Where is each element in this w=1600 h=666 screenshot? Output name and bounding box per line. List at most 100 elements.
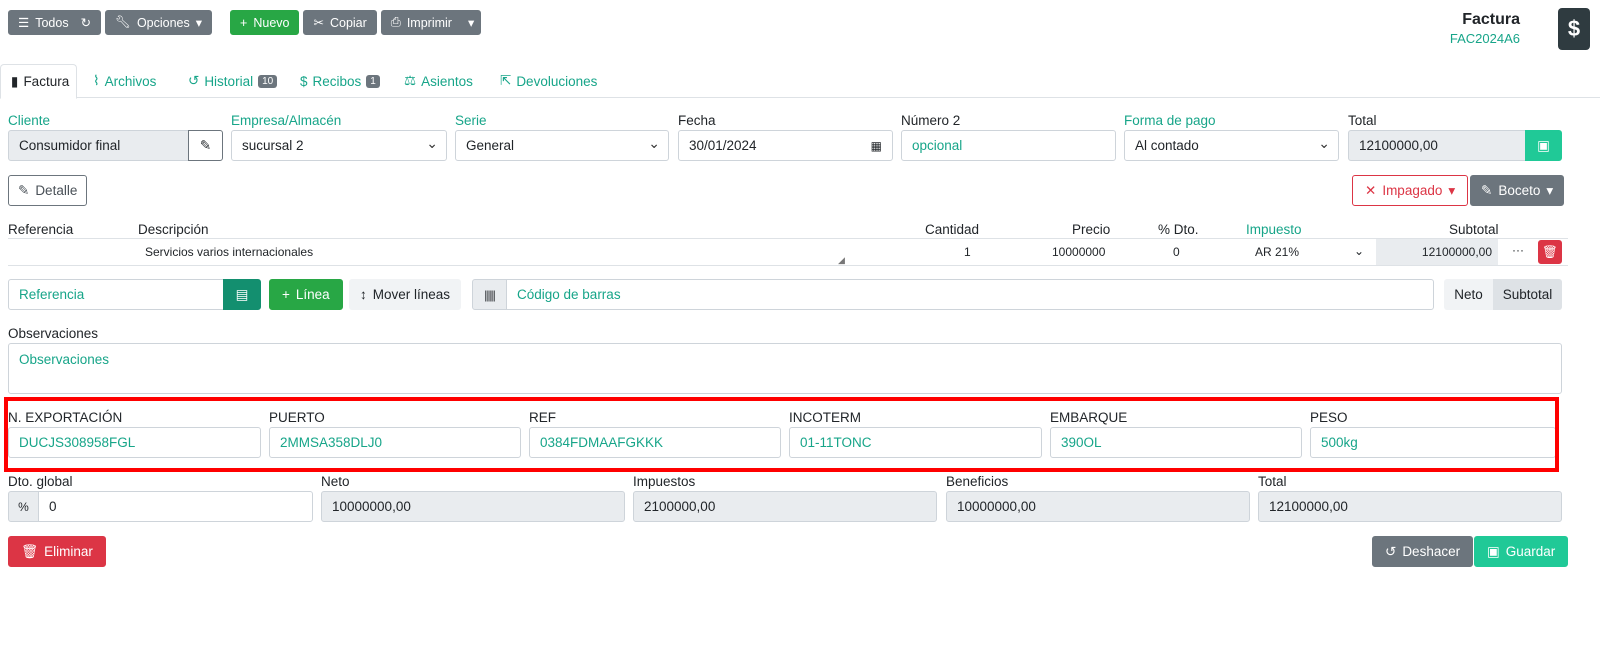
tab-recibos[interactable]: $ Recibos 1 <box>290 64 390 98</box>
col-referencia: Referencia <box>8 222 74 237</box>
pencil-icon: ✎ <box>1481 182 1493 198</box>
dto-global-label: Dto. global <box>8 474 73 489</box>
subtotal-toggle[interactable]: Subtotal <box>1493 279 1562 310</box>
pencil-icon: ✎ <box>199 137 212 153</box>
opciones-label: Opciones <box>136 15 190 30</box>
tab-historial[interactable]: ↺ Historial 10 <box>178 64 287 98</box>
fecha-input[interactable]: 30/01/2024 ▦ <box>678 130 893 161</box>
col-impuesto: Impuesto <box>1246 222 1302 237</box>
wrench-icon: 🔧︎ <box>115 15 131 29</box>
tab-devoluciones[interactable]: ⇱ Devoluciones <box>490 64 607 98</box>
forma-pago-label: Forma de pago <box>1124 113 1216 128</box>
impagado-label: Impagado <box>1382 183 1443 198</box>
tab-archivos[interactable]: ⌇ Archivos <box>83 64 166 98</box>
cliente-label: Cliente <box>8 113 51 128</box>
fecha-label: Fecha <box>678 113 716 128</box>
serie-select[interactable]: General <box>455 130 669 161</box>
total-final-value: 12100000,00 <box>1269 499 1348 514</box>
impuestos-label: Impuestos <box>633 474 696 489</box>
nuevo-label: Nuevo <box>253 15 290 30</box>
copiar-button[interactable]: ✂ Copiar <box>303 10 377 35</box>
copiar-label: Copiar <box>329 15 367 30</box>
arrows-vertical-icon: ↕ <box>360 287 367 302</box>
plus-icon: + <box>282 287 290 302</box>
balance-scale-icon: ⚖ <box>404 73 417 88</box>
eliminar-button[interactable]: 🗑︎ Eliminar <box>8 536 106 567</box>
numero2-label: Número 2 <box>901 113 961 128</box>
tab-factura[interactable]: ▮ Factura <box>0 64 77 99</box>
referencia-input[interactable]: Referencia <box>8 279 224 310</box>
nuevo-button[interactable]: + Nuevo <box>230 10 300 35</box>
total-field: 12100000,00 <box>1348 130 1526 161</box>
delete-line-button[interactable]: 🗑︎ <box>1538 240 1562 264</box>
opciones-button[interactable]: 🔧︎ Opciones ▾ <box>105 10 213 35</box>
deshacer-button[interactable]: ↺ Deshacer <box>1372 536 1474 567</box>
barcode-placeholder: Código de barras <box>517 287 621 302</box>
mover-label: Mover líneas <box>372 287 451 302</box>
line-impuesto[interactable]: AR 21% <box>1255 245 1299 259</box>
detalle-button[interactable]: ✎ Detalle <box>8 175 88 206</box>
barcode-icon: ||||| <box>472 279 507 310</box>
mover-lineas-button[interactable]: ↕ Mover líneas <box>349 279 462 310</box>
referencia-placeholder: Referencia <box>19 287 85 302</box>
fecha-value: 30/01/2024 <box>689 138 757 153</box>
line-subtotal: 12100000,00 <box>1376 239 1498 265</box>
imprimir-button[interactable]: ⎙ Imprimir ▾ <box>380 10 482 35</box>
todos-button[interactable]: ☰ Todos ↻ <box>8 10 102 35</box>
lines-divider <box>8 238 1568 239</box>
barcode-input[interactable]: Código de barras <box>506 279 1434 310</box>
forma-pago-select[interactable]: Al contado <box>1124 130 1339 161</box>
caret-down-icon: ▾ <box>1448 182 1456 198</box>
col-precio: Precio <box>1072 222 1111 237</box>
percent-glyph: % <box>18 499 29 514</box>
tab-asientos[interactable]: ⚖ Asientos <box>394 64 483 98</box>
undo-icon: ↺ <box>1385 543 1397 559</box>
empresa-value: sucursal 2 <box>242 138 304 153</box>
impuestos-value: 2100000,00 <box>644 499 716 514</box>
book-icon: ▤ <box>235 286 249 302</box>
line-dto[interactable]: 0 <box>1173 245 1180 259</box>
line-cantidad[interactable]: 1 <box>964 245 971 259</box>
edit-cliente-button[interactable]: ✎ <box>188 130 223 161</box>
total-label: Total <box>1348 113 1377 128</box>
tab-label: Archivos <box>104 73 157 89</box>
linea-label: Línea <box>295 287 330 302</box>
scissors-icon: ✂ <box>313 16 324 30</box>
recibos-badge: 1 <box>366 74 380 88</box>
boceto-button[interactable]: ✎ Boceto ▾ <box>1470 175 1565 206</box>
dto-global-input[interactable]: 0 <box>38 491 313 522</box>
chevron-down-icon[interactable]: ⌄ <box>1354 244 1364 258</box>
add-line-button[interactable]: + Línea <box>269 279 343 310</box>
neto-toggle[interactable]: Neto <box>1444 279 1493 310</box>
line-precio[interactable]: 10000000 <box>1052 245 1105 259</box>
numero2-placeholder: opcional <box>912 138 963 153</box>
more-options-icon[interactable]: ··· <box>1504 243 1532 261</box>
line-descripcion[interactable]: Servicios varios internacionales <box>145 245 313 259</box>
book-search-button[interactable]: ▤ <box>223 279 261 310</box>
guardar-button[interactable]: ▣ Guardar <box>1474 536 1569 567</box>
numero2-input[interactable]: opcional <box>901 130 1116 161</box>
neto-total-label: Neto <box>321 474 350 489</box>
eliminar-label: Eliminar <box>44 544 93 559</box>
empresa-select[interactable]: sucursal 2 <box>231 130 447 161</box>
invoice-dollar-icon: $ <box>1558 8 1590 50</box>
beneficios-value: 10000000,00 <box>957 499 1036 514</box>
historial-badge: 10 <box>258 74 278 88</box>
caret-down-icon[interactable]: ▾ <box>468 15 474 30</box>
impagado-button[interactable]: ✕ Impagado ▾ <box>1352 175 1469 206</box>
observaciones-placeholder: Observaciones <box>19 352 110 367</box>
cliente-field[interactable]: Consumidor final <box>8 130 189 161</box>
beneficios-field: 10000000,00 <box>946 491 1250 522</box>
trash-icon: 🗑︎ <box>1542 244 1558 259</box>
document-title: Factura <box>1462 11 1520 28</box>
detalle-label: Detalle <box>35 183 78 198</box>
history-icon: ↺ <box>188 73 200 88</box>
save-total-button[interactable]: ▣ <box>1525 130 1562 161</box>
refresh-icon: ↻ <box>80 16 92 30</box>
document-code: FAC2024A6 <box>1449 31 1520 46</box>
observaciones-textarea[interactable]: Observaciones <box>8 343 1562 394</box>
deshacer-label: Deshacer <box>1402 544 1461 559</box>
calendar-icon[interactable]: ▦ <box>871 139 882 153</box>
dollar-icon: $ <box>300 73 308 89</box>
